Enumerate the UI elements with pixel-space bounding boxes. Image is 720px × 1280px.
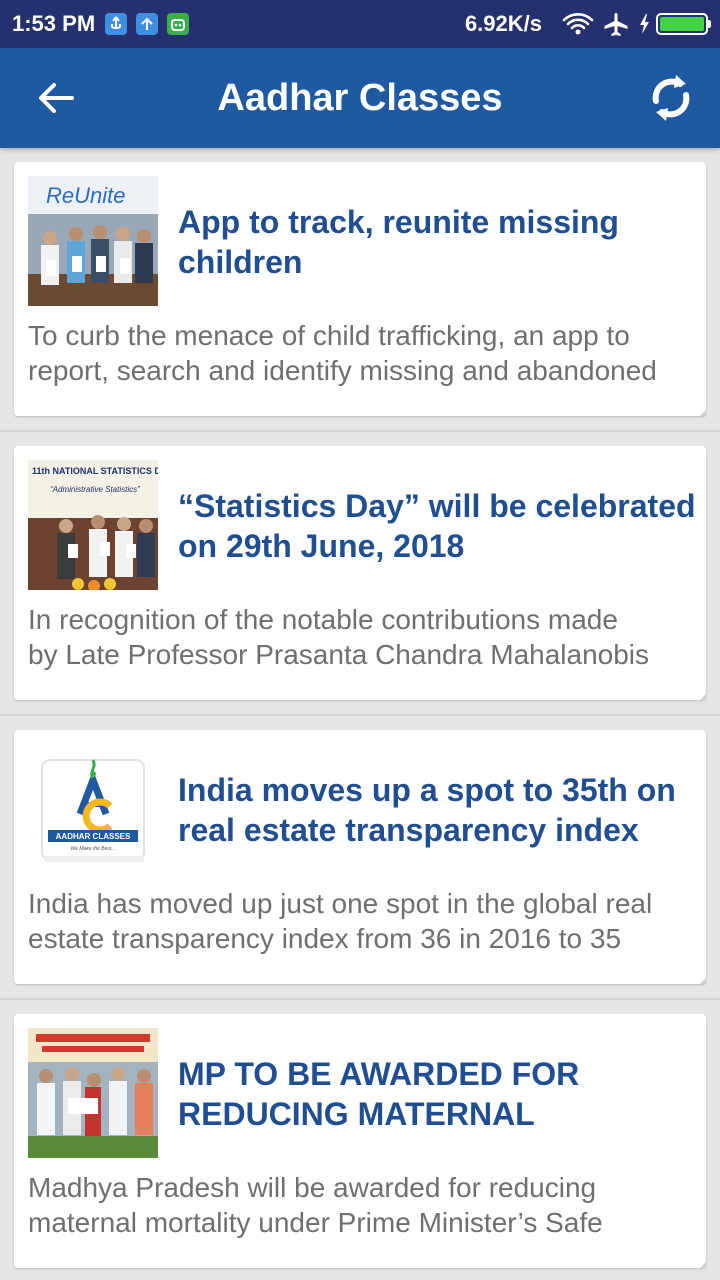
status-time: 1:53 PM: [12, 11, 96, 36]
news-card[interactable]: MP TO BE AWARDED FOR REDUCING MATERNAL M…: [14, 1014, 706, 1268]
battery-icon: [656, 13, 711, 35]
card-corner: [700, 410, 706, 416]
usb-icon: [105, 13, 128, 35]
refresh-button[interactable]: [644, 71, 698, 125]
card-corner: [700, 694, 706, 700]
news-description: To curb the menace of child trafficking,…: [28, 318, 702, 388]
thumb-subcaption: We Make the Best...: [71, 846, 116, 852]
android-icon: [167, 13, 190, 35]
news-card[interactable]: 11th NATIONAL STATISTICS DAY “Administra…: [14, 446, 706, 700]
thumb-subcaption: “Administrative Statistics”: [50, 485, 140, 494]
news-card[interactable]: AADHAR CLASSES We Make the Best... India…: [14, 730, 706, 984]
news-description-line: Madhya Pradesh will be awarded for reduc…: [28, 1172, 597, 1203]
list-item: AADHAR CLASSES We Make the Best... India…: [0, 716, 720, 1000]
status-indicators: 6.92K/s: [464, 11, 711, 37]
news-description-line: estate transparency index from 36 in 201…: [28, 923, 622, 954]
list-item: ReUnite App to track, reunite missing ch…: [0, 148, 720, 432]
news-description: India has moved up just one spot in the …: [28, 886, 702, 956]
list-item: 11th NATIONAL STATISTICS DAY “Administra…: [0, 432, 720, 716]
news-card[interactable]: ReUnite App to track, reunite missing ch…: [14, 162, 706, 416]
news-description: Madhya Pradesh will be awarded for reduc…: [28, 1170, 702, 1240]
news-description-line: In recognition of the notable contributi…: [28, 604, 618, 635]
card-corner: [700, 978, 706, 984]
news-description-line: To curb the menace of child trafficking,…: [28, 320, 630, 351]
charging-icon: [638, 13, 650, 35]
wifi-icon: [562, 12, 594, 36]
news-thumbnail: 11th NATIONAL STATISTICS DAY “Administra…: [28, 460, 158, 590]
news-title: MP TO BE AWARDED FOR REDUCING MATERNAL: [178, 1056, 580, 1132]
thumb-caption: 11th NATIONAL STATISTICS DAY: [32, 466, 158, 476]
news-description-line: India has moved up just one spot in the …: [28, 888, 653, 919]
app-bar: Aadhar Classes: [0, 48, 720, 148]
news-thumbnail: [28, 1028, 158, 1158]
news-description: In recognition of the notable contributi…: [28, 602, 702, 672]
news-thumbnail: ReUnite: [28, 176, 158, 306]
news-description-line: report, search and identify missing and …: [28, 355, 657, 386]
news-title: “Statistics Day” will be celebrated on 2…: [178, 488, 696, 564]
card-corner: [700, 1262, 706, 1268]
upload-icon: [136, 13, 159, 35]
airplane-icon: [602, 11, 630, 37]
news-title: App to track, reunite missing children: [178, 204, 619, 280]
network-speed: 6.92K/s: [464, 11, 542, 36]
page-title: Aadhar Classes: [217, 77, 503, 119]
battery-level: [660, 17, 704, 31]
news-thumbnail: AADHAR CLASSES We Make the Best...: [28, 744, 158, 874]
list-item: MP TO BE AWARDED FOR REDUCING MATERNAL M…: [0, 1000, 720, 1280]
status-bar: 1:53 PM 6.92K/s: [0, 0, 720, 48]
thumb-caption: ReUnite: [46, 183, 125, 208]
news-description-line: maternal mortality under Prime Minister’…: [28, 1207, 603, 1238]
news-description-line: by Late Professor Prasanta Chandra Mahal…: [28, 639, 650, 670]
news-title: India moves up a spot to 35th on real es…: [178, 772, 676, 848]
refresh-icon: [652, 75, 690, 121]
thumb-caption: AADHAR CLASSES: [56, 832, 131, 841]
